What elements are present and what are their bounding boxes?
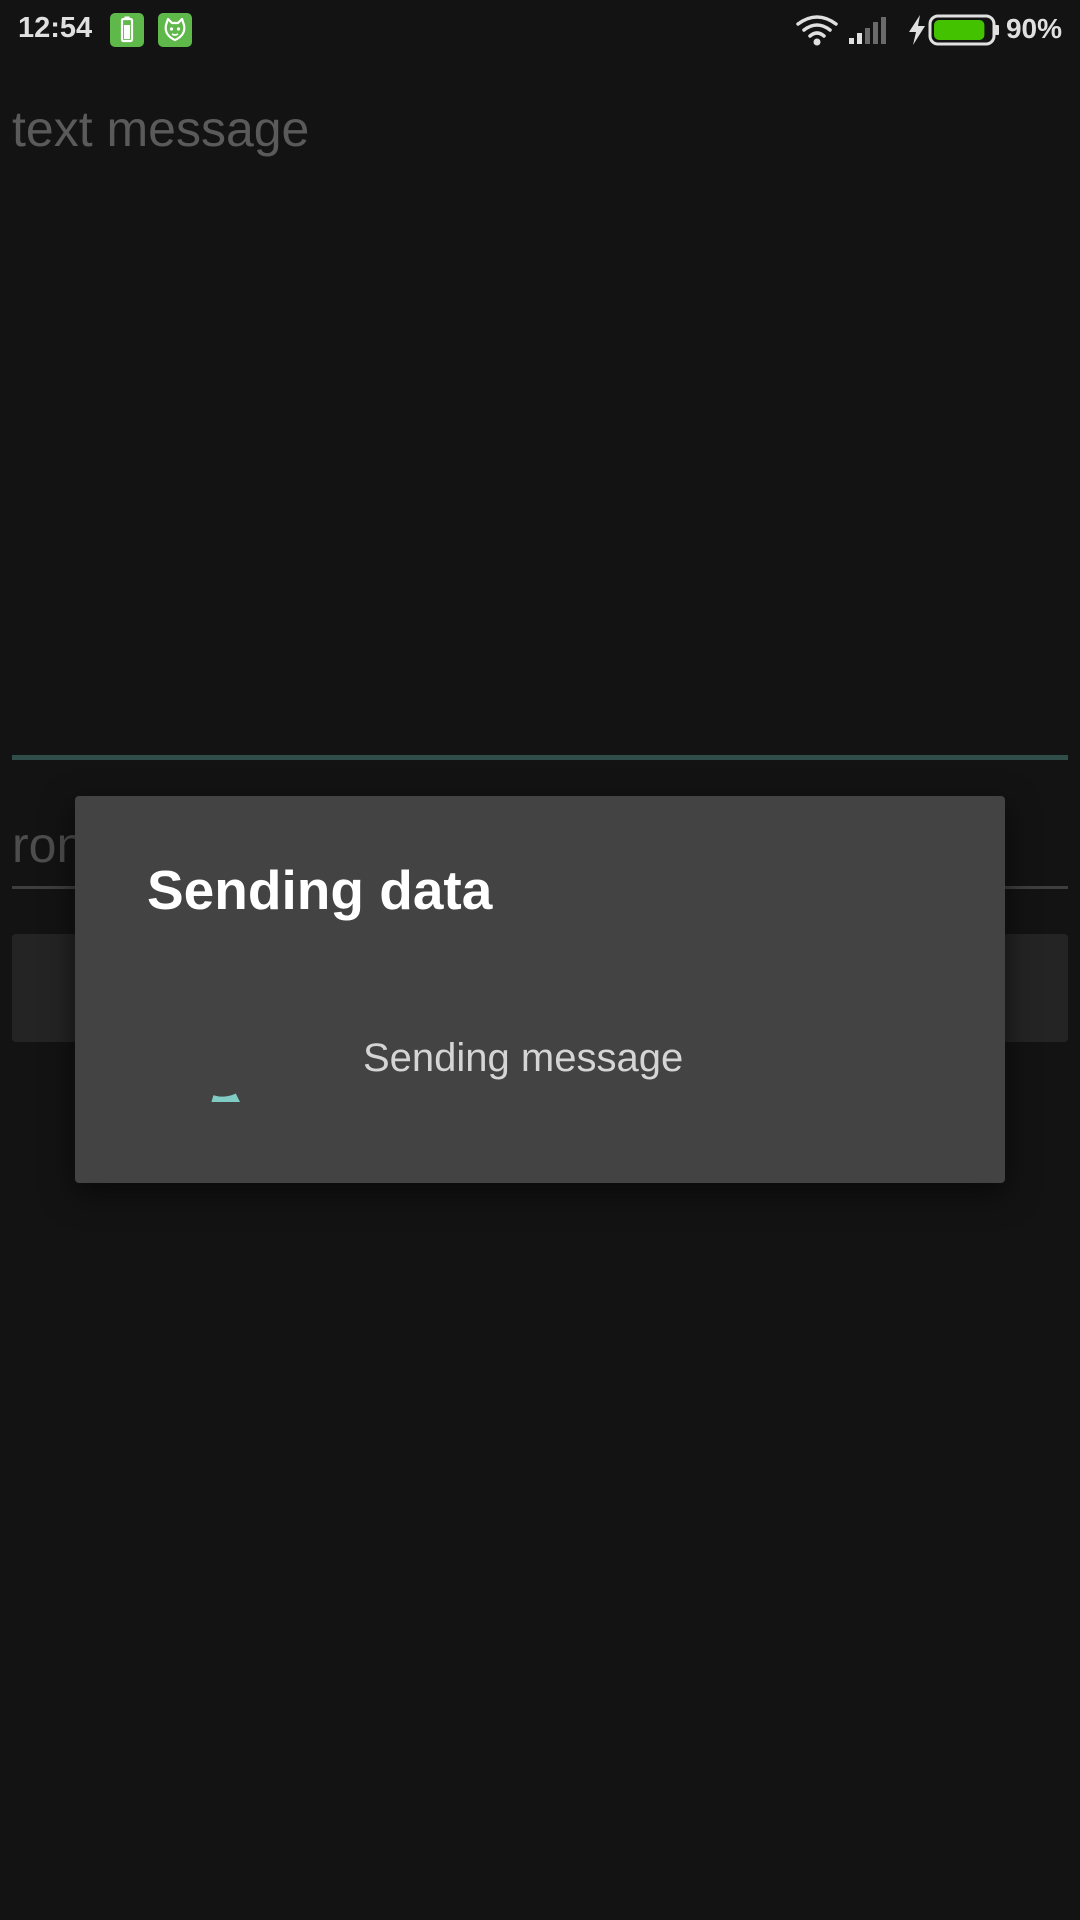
battery-saver-icon bbox=[110, 13, 144, 47]
message-input[interactable]: text message bbox=[12, 92, 1068, 760]
message-input-underline bbox=[12, 755, 1068, 760]
recipient-input-text: ron bbox=[12, 817, 85, 873]
dialog-message: Sending message bbox=[363, 1036, 684, 1080]
wifi-icon bbox=[796, 15, 838, 46]
battery-percent: 90% bbox=[1005, 13, 1062, 44]
loading-spinner-icon bbox=[211, 1093, 240, 1102]
screen: 12:54 90% text message ron Sending data … bbox=[0, 0, 1080, 1920]
charging-bolt-icon bbox=[909, 15, 925, 45]
cell-signal-icon bbox=[849, 17, 886, 44]
dialog-title: Sending data bbox=[147, 859, 493, 921]
progress-dialog: Sending data Sending message bbox=[75, 796, 1005, 1183]
message-input-hint: text message bbox=[12, 101, 310, 157]
status-clock: 12:54 bbox=[18, 12, 93, 44]
battery-icon bbox=[928, 14, 999, 46]
status-bar: 12:54 90% bbox=[0, 0, 1080, 60]
cat-face-icon bbox=[158, 13, 192, 47]
